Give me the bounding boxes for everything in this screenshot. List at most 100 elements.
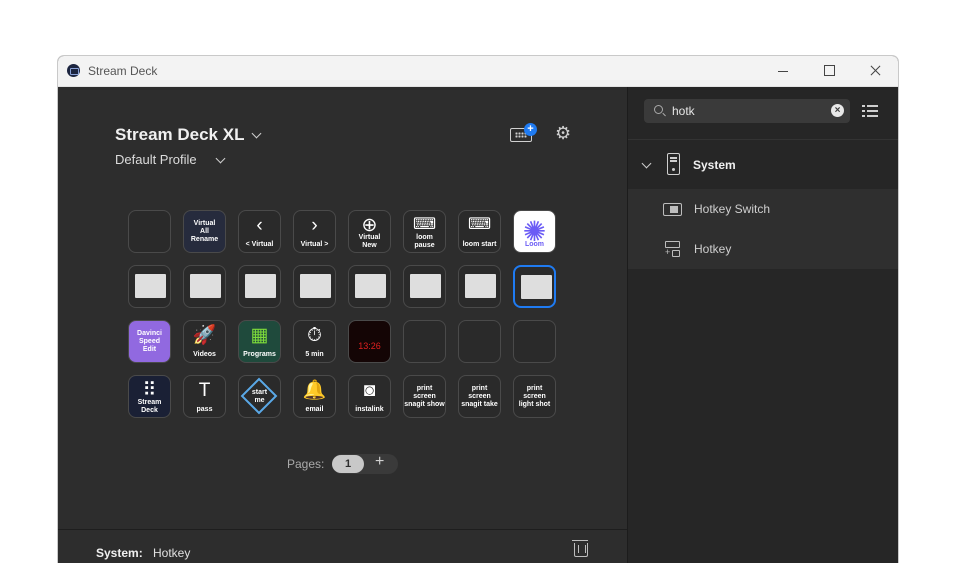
chevron-down-icon[interactable] xyxy=(641,158,652,169)
action-hotkey-switch[interactable]: Hotkey Switch xyxy=(628,189,898,229)
profile-selector[interactable]: Default Profile xyxy=(115,152,197,167)
inspector-action: Hotkey xyxy=(153,546,191,560)
key-label: print screen snagit show xyxy=(404,384,445,408)
deck-key-r4c5[interactable]: ◙ instalink xyxy=(348,375,391,418)
deck-key-r2c3[interactable] xyxy=(238,265,281,308)
search-input[interactable]: hotk xyxy=(672,104,695,118)
deck-key-r4c4[interactable]: 🔔 email xyxy=(293,375,336,418)
deck-key-r1c4[interactable]: › Virtual > xyxy=(293,210,336,253)
deck-key-r4c8[interactable]: print screen light shot xyxy=(513,375,556,418)
inspector-category: System: xyxy=(96,546,143,560)
key-label: print screen light shot xyxy=(518,384,551,408)
marketplace-icon[interactable]: + xyxy=(508,123,537,145)
key-label: loom pause xyxy=(414,234,435,249)
deck-key-r4c1[interactable]: ⠿ Stream Deck xyxy=(128,375,171,418)
deck-key-r2c2[interactable] xyxy=(183,265,226,308)
key-label: Virtual > xyxy=(300,241,329,248)
maximize-button[interactable] xyxy=(806,56,852,86)
list-view-icon[interactable] xyxy=(862,105,878,117)
rocket-icon: 🚀 xyxy=(192,325,217,346)
pages-label: Pages: xyxy=(287,457,325,471)
canvas-panel: Stream Deck XL Default Profile + ⚙ Virtu… xyxy=(58,87,627,563)
deck-key-r3c4[interactable]: ⏱ 5 min xyxy=(293,320,336,363)
deck-key-r1c5[interactable]: ⊕ Virtual New xyxy=(348,210,391,253)
blank-key-image xyxy=(245,274,276,298)
blank-key-image xyxy=(190,274,221,298)
computer-icon xyxy=(667,153,680,175)
stream-deck-app-icon xyxy=(67,64,80,77)
key-label: < Virtual xyxy=(245,241,274,248)
page-1-button[interactable]: 1 xyxy=(332,455,364,473)
deck-key-r1c2[interactable]: Virtual All Rename xyxy=(183,210,226,253)
minimize-button[interactable] xyxy=(760,56,806,86)
hotkey-icon: ⌨ xyxy=(467,216,492,233)
deck-key-r2c6[interactable] xyxy=(403,265,446,308)
key-label: Davinci Speed Edit xyxy=(137,329,162,353)
deck-key-r2c4[interactable] xyxy=(293,265,336,308)
category-label: System xyxy=(693,158,736,172)
close-button[interactable] xyxy=(852,56,898,86)
deck-key-r3c5[interactable]: 13:26 xyxy=(348,320,391,363)
deck-key-r1c3[interactable]: ‹ < Virtual xyxy=(238,210,281,253)
key-label: loom start xyxy=(462,241,497,248)
deck-key-r2c5[interactable] xyxy=(348,265,391,308)
deck-key-r3c8[interactable] xyxy=(513,320,556,363)
key-label: Virtual New xyxy=(358,234,381,249)
deck-key-r3c6[interactable] xyxy=(403,320,446,363)
key-label: Programs xyxy=(243,351,276,358)
deck-key-r3c1[interactable]: Davinci Speed Edit xyxy=(128,320,171,363)
title-bar: Stream Deck xyxy=(58,56,898,87)
switch-icon xyxy=(663,203,682,216)
blank-key-image xyxy=(465,274,496,298)
device-selector[interactable]: Stream Deck XL xyxy=(115,125,244,145)
chevron-down-icon[interactable] xyxy=(215,153,226,164)
action-search[interactable]: hotk × xyxy=(644,99,850,123)
key-label: pass xyxy=(196,406,213,413)
deck-key-r2c7[interactable] xyxy=(458,265,501,308)
key-label: start me xyxy=(251,388,268,404)
deck-key-r2c1[interactable] xyxy=(128,265,171,308)
streamdeck-logo-icon: ⠿ xyxy=(142,380,157,401)
actions-sidebar: hotk × System Hotkey Switch + Hotkey xyxy=(627,87,898,563)
deck-key-r3c7[interactable] xyxy=(458,320,501,363)
deck-key-r3c3[interactable]: ▦ Programs xyxy=(238,320,281,363)
action-hotkey[interactable]: + Hotkey xyxy=(628,229,898,269)
chevron-left-icon: ‹ xyxy=(256,215,263,236)
deck-key-r1c6[interactable]: ⌨ loom pause xyxy=(403,210,446,253)
deck-key-r4c2[interactable]: Tpass xyxy=(183,375,226,418)
deck-key-r1c8[interactable]: ✺ Loom xyxy=(513,210,556,253)
deck-key-r4c3[interactable]: start me xyxy=(238,375,281,418)
clock-icon: 13:26 xyxy=(358,341,381,351)
key-label: print screen snagit take xyxy=(461,384,498,408)
timer-icon: ⏱ xyxy=(307,325,322,346)
trash-icon[interactable] xyxy=(572,540,588,557)
camera-icon: ◙ xyxy=(363,380,376,401)
bell-icon: 🔔 xyxy=(302,380,327,401)
deck-key-r4c7[interactable]: print screen snagit take xyxy=(458,375,501,418)
key-label: email xyxy=(305,406,324,413)
deck-key-r1c1[interactable] xyxy=(128,210,171,253)
clear-search-icon[interactable]: × xyxy=(831,104,844,117)
plus-circle-icon: ⊕ xyxy=(361,215,378,236)
deck-key-r1c7[interactable]: ⌨ loom start xyxy=(458,210,501,253)
search-icon xyxy=(654,105,663,114)
apps-grid-icon: ▦ xyxy=(250,325,269,346)
gear-icon[interactable]: ⚙ xyxy=(555,124,573,142)
blank-key-image xyxy=(135,274,166,298)
text-icon: T xyxy=(198,380,211,401)
action-label: Hotkey Switch xyxy=(694,202,771,216)
deck-key-r4c6[interactable]: print screen snagit show xyxy=(403,375,446,418)
key-label: Loom xyxy=(524,241,545,248)
deck-key-r2c8[interactable] xyxy=(513,265,556,308)
hotkey-icon: ⌨ xyxy=(412,216,437,233)
add-page-button[interactable]: + xyxy=(375,453,384,471)
key-label: instalink xyxy=(355,406,384,413)
category-system[interactable]: System xyxy=(628,139,898,190)
blank-key-image xyxy=(355,274,386,298)
blank-key-image xyxy=(521,275,552,299)
deck-key-r3c2[interactable]: 🚀 Videos xyxy=(183,320,226,363)
key-label: 5 min xyxy=(305,351,324,358)
chevron-down-icon[interactable] xyxy=(251,128,262,139)
blank-key-image xyxy=(410,274,441,298)
action-label: Hotkey xyxy=(694,242,732,256)
